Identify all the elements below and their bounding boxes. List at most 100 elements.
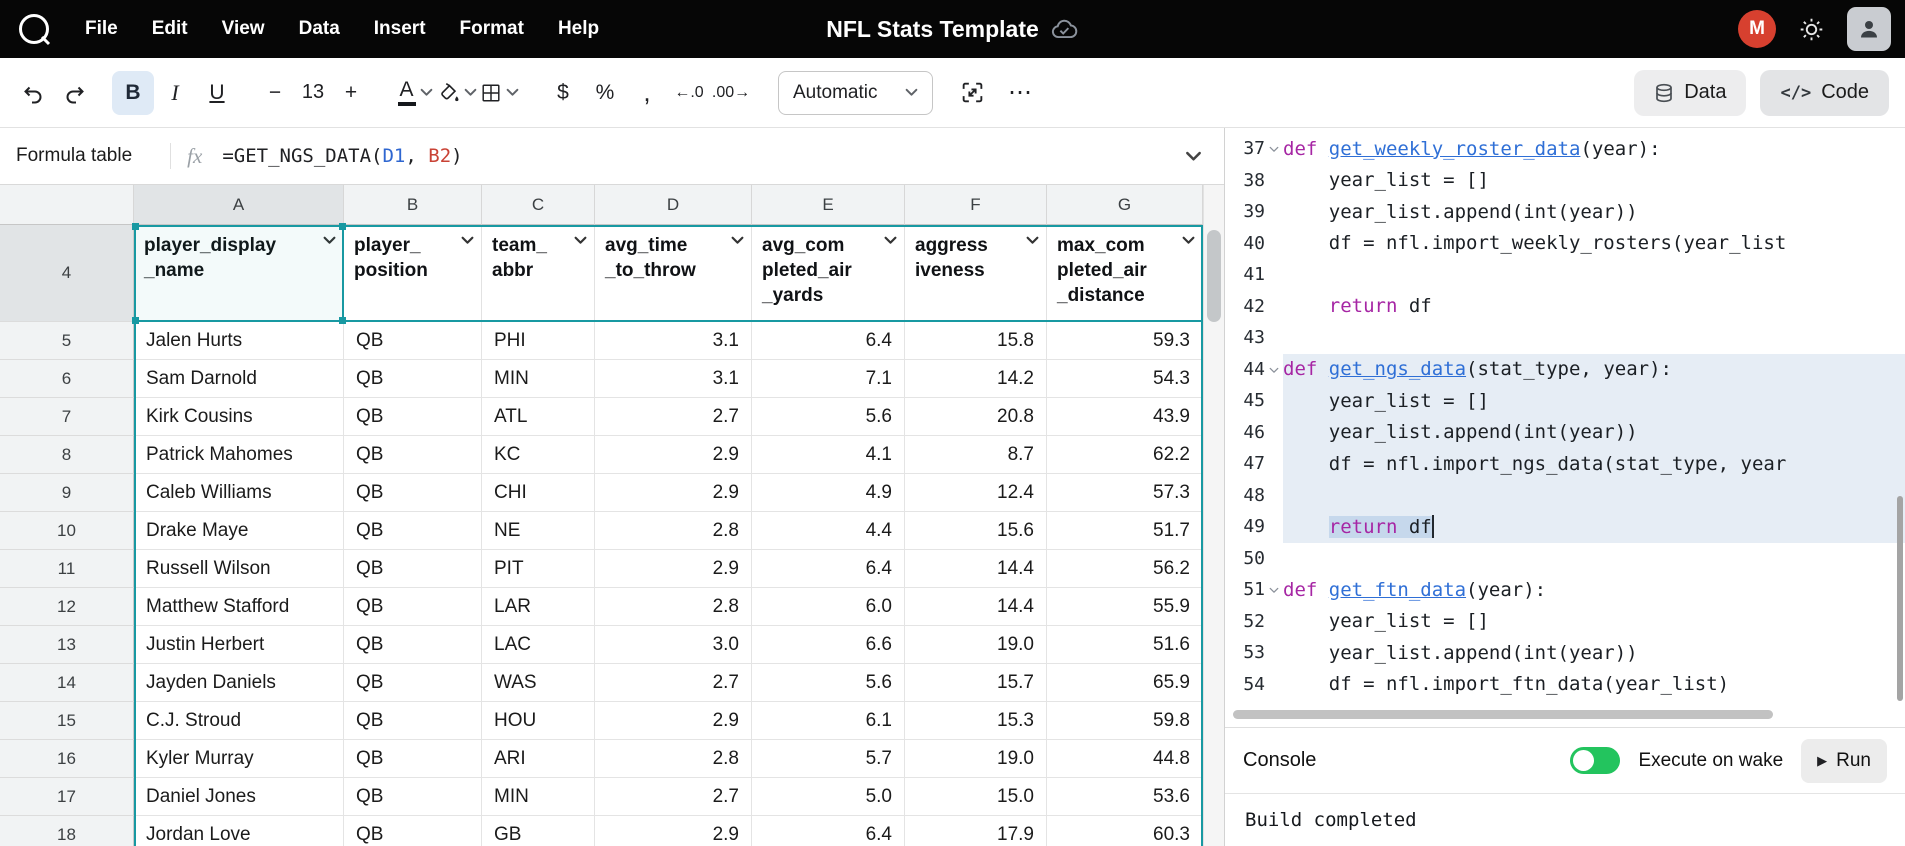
text-color-button[interactable]: A	[394, 71, 436, 115]
grid-cell[interactable]: 5.7	[752, 740, 905, 778]
grid-scrollbar[interactable]	[1203, 185, 1224, 846]
number-format-select[interactable]: Automatic	[778, 71, 933, 115]
row-header-10[interactable]: 10	[0, 512, 134, 550]
grid-cell[interactable]: 3.1	[595, 360, 752, 398]
grid-cell[interactable]: 19.0	[905, 626, 1047, 664]
grid-cell[interactable]: 2.9	[595, 436, 752, 474]
percent-format-button[interactable]: %	[584, 71, 626, 115]
grid-cell[interactable]: 6.4	[752, 322, 905, 360]
grid-cell[interactable]: 2.9	[595, 816, 752, 846]
code-line[interactable]: 54 df = nfl.import_ftn_data(year_list)	[1225, 669, 1905, 701]
grid-cell[interactable]: 2.9	[595, 550, 752, 588]
menu-view[interactable]: View	[205, 0, 282, 58]
grid-cell[interactable]: 2.8	[595, 740, 752, 778]
grid-cell[interactable]: Russell Wilson	[134, 550, 344, 588]
row-header-17[interactable]: 17	[0, 778, 134, 816]
grid-cell[interactable]: QB	[344, 740, 482, 778]
grid-cell[interactable]: 2.7	[595, 398, 752, 436]
code-line[interactable]: 53 year_list.append(int(year))	[1225, 637, 1905, 669]
increase-decimals-button[interactable]: .00→	[710, 71, 752, 115]
grid-cell[interactable]: 60.3	[1047, 816, 1203, 846]
grid-cell[interactable]: Daniel Jones	[134, 778, 344, 816]
grid-cell[interactable]: 14.2	[905, 360, 1047, 398]
row-header-16[interactable]: 16	[0, 740, 134, 778]
chevron-down-icon[interactable]	[731, 236, 744, 245]
grid-cell[interactable]: 2.9	[595, 702, 752, 740]
grid-cell[interactable]: 2.8	[595, 512, 752, 550]
grid-cell[interactable]: QB	[344, 474, 482, 512]
grid-cell[interactable]: Drake Maye	[134, 512, 344, 550]
run-button[interactable]: ▶ Run	[1801, 739, 1887, 783]
grid-cell[interactable]: 3.1	[595, 322, 752, 360]
grid-cell[interactable]: 6.1	[752, 702, 905, 740]
grid-cell[interactable]: NE	[482, 512, 595, 550]
table-header-cell[interactable]: max_com pleted_air _distance	[1047, 225, 1203, 322]
grid-corner-cell[interactable]	[0, 185, 134, 225]
grid-cell[interactable]: QB	[344, 588, 482, 626]
grid-cell[interactable]: ARI	[482, 740, 595, 778]
row-header-14[interactable]: 14	[0, 664, 134, 702]
grid-cell[interactable]: 6.6	[752, 626, 905, 664]
grid-cell[interactable]: QB	[344, 436, 482, 474]
redo-button[interactable]	[54, 71, 96, 115]
data-panel-button[interactable]: Data	[1634, 70, 1746, 116]
grid-cell[interactable]: GB	[482, 816, 595, 846]
borders-button[interactable]	[478, 71, 520, 115]
menu-help[interactable]: Help	[541, 0, 616, 58]
grid-cell[interactable]: QB	[344, 702, 482, 740]
grid-cell[interactable]: 2.7	[595, 778, 752, 816]
grid-cell[interactable]: Patrick Mahomes	[134, 436, 344, 474]
column-header-G[interactable]: G	[1047, 185, 1203, 225]
table-header-cell[interactable]: avg_com pleted_air _yards	[752, 225, 905, 322]
grid-cell[interactable]: 65.9	[1047, 664, 1203, 702]
row-header-12[interactable]: 12	[0, 588, 134, 626]
selection-tool-button[interactable]	[951, 71, 993, 115]
underline-button[interactable]: U	[196, 71, 238, 115]
grid-cell[interactable]: 6.4	[752, 816, 905, 846]
more-options-button[interactable]: ⋯	[999, 71, 1041, 115]
formula-input[interactable]: =GET_NGS_DATA(D1, B2)	[222, 145, 462, 167]
code-line[interactable]: 42 return df	[1225, 291, 1905, 323]
grid-cell[interactable]: Jordan Love	[134, 816, 344, 846]
fold-icon[interactable]	[1265, 144, 1283, 153]
column-header-E[interactable]: E	[752, 185, 905, 225]
grid-cell[interactable]: 7.1	[752, 360, 905, 398]
chevron-down-icon[interactable]	[1026, 236, 1039, 245]
grid-cell[interactable]: 5.6	[752, 398, 905, 436]
grid-cell[interactable]: QB	[344, 778, 482, 816]
user-avatar[interactable]: M	[1738, 10, 1776, 48]
grid-cell[interactable]: CHI	[482, 474, 595, 512]
comma-format-button[interactable]: ,	[626, 71, 668, 115]
code-line[interactable]: 45 year_list = []	[1225, 385, 1905, 417]
grid-cell[interactable]: QB	[344, 322, 482, 360]
row-header-9[interactable]: 9	[0, 474, 134, 512]
grid-cell[interactable]: PIT	[482, 550, 595, 588]
bold-button[interactable]: B	[112, 71, 154, 115]
grid-cell[interactable]: Matthew Stafford	[134, 588, 344, 626]
code-line[interactable]: 41	[1225, 259, 1905, 291]
grid-cell[interactable]: 6.4	[752, 550, 905, 588]
table-header-cell[interactable]: aggress iveness	[905, 225, 1047, 322]
code-line[interactable]: 38 year_list = []	[1225, 165, 1905, 197]
table-header-cell[interactable]: team_ abbr	[482, 225, 595, 322]
grid-cell[interactable]: 51.6	[1047, 626, 1203, 664]
spreadsheet-grid[interactable]: ABCDEFG 4player_display _nameplayer_ pos…	[0, 185, 1203, 846]
row-header-8[interactable]: 8	[0, 436, 134, 474]
grid-cell[interactable]: 59.8	[1047, 702, 1203, 740]
editor-hscrollbar-thumb[interactable]	[1233, 710, 1773, 719]
grid-cell[interactable]: 4.9	[752, 474, 905, 512]
grid-cell[interactable]: QB	[344, 360, 482, 398]
grid-cell[interactable]: 2.9	[595, 474, 752, 512]
grid-cell[interactable]: 6.0	[752, 588, 905, 626]
currency-format-button[interactable]: $	[542, 71, 584, 115]
column-header-C[interactable]: C	[482, 185, 595, 225]
grid-cell[interactable]: QB	[344, 398, 482, 436]
grid-cell[interactable]: LAR	[482, 588, 595, 626]
menu-file[interactable]: File	[68, 0, 135, 58]
row-header-11[interactable]: 11	[0, 550, 134, 588]
code-line[interactable]: 39 year_list.append(int(year))	[1225, 196, 1905, 228]
row-header-6[interactable]: 6	[0, 360, 134, 398]
grid-cell[interactable]: 3.0	[595, 626, 752, 664]
column-header-A[interactable]: A	[134, 185, 344, 225]
grid-cell[interactable]: 15.0	[905, 778, 1047, 816]
